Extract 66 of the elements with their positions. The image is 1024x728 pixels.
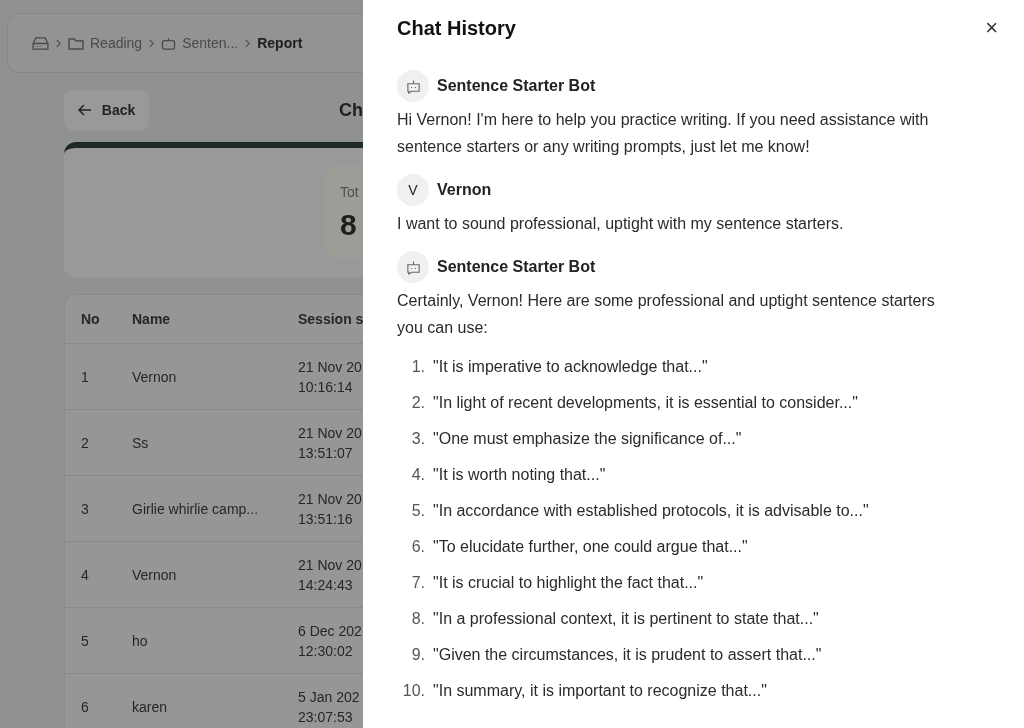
chevron-icon xyxy=(55,38,62,48)
table-cell-text: 4 xyxy=(81,566,90,583)
list-number: 10. xyxy=(401,682,425,700)
back-button[interactable]: Back xyxy=(64,90,149,130)
table-cell-text: 21 Nov 20 10:16:14 xyxy=(298,357,363,397)
page-title: Ch xyxy=(339,99,363,121)
breadcrumb-current: Report xyxy=(257,35,303,51)
table-cell-text: karen xyxy=(132,698,169,715)
table-cell-text: 21 Nov 20 13:51:16 xyxy=(298,489,363,529)
sender-name: Vernon xyxy=(437,181,492,199)
arrow-left-icon xyxy=(77,104,92,116)
sender-name: Sentence Starter Bot xyxy=(437,258,596,276)
table-cell-text: Vernon xyxy=(132,368,178,385)
list-item-text: "In accordance with established protocols, it is advisable to..." xyxy=(433,502,869,520)
list-number: 1. xyxy=(410,358,425,376)
table-cell-text: Ss xyxy=(132,434,150,451)
column-header: No xyxy=(81,311,101,327)
table-cell-text: 6 xyxy=(81,698,90,715)
inbox-icon[interactable] xyxy=(32,36,49,50)
table-cell-text: 21 Nov 20 13:51:07 xyxy=(298,423,363,463)
list-item-text: "In a professional context, it is pertinent to state that..." xyxy=(433,610,819,628)
folder-icon xyxy=(68,36,84,50)
list-item-text: "In summary, it is important to recognize that..." xyxy=(433,682,767,700)
table-cell-text: Vernon xyxy=(132,566,178,583)
list-number: 4. xyxy=(410,466,425,484)
list-number: 8. xyxy=(410,610,425,628)
robot-chat-icon xyxy=(405,78,421,94)
table-cell-text: 2 xyxy=(81,434,90,451)
table-cell-text: 6 Dec 202 12:30:02 xyxy=(298,621,363,661)
list-item-text: "Given the circumstances, it is prudent to assert that..." xyxy=(433,646,822,664)
breadcrumb-link[interactable]: Senten... xyxy=(161,35,239,51)
list-item-text: "In light of recent developments, it is essential to consider..." xyxy=(433,394,858,412)
table-cell-text: 1 xyxy=(81,368,90,385)
chevron-icon xyxy=(244,38,252,48)
robot-icon xyxy=(161,36,177,50)
list-number: 9. xyxy=(410,646,425,664)
column-header: Name xyxy=(132,311,172,327)
column-header: Session s xyxy=(298,311,363,327)
table-cell-text: 5 Jan 202 23:07:53 xyxy=(298,687,361,727)
chevron-icon xyxy=(148,38,156,48)
breadcrumb-link[interactable]: Reading xyxy=(68,35,143,51)
list-number: 7. xyxy=(410,574,425,592)
user-avatar: V xyxy=(397,174,429,206)
message-text: Hi Vernon! I'm here to help you practice writing. If you need assistance with sentence starters or any writing prompts, just let me know! xyxy=(397,110,930,157)
list-item-text: "One must emphasize the significance of..." xyxy=(433,430,742,448)
list-item-text: "To elucidate further, one could argue that..." xyxy=(433,538,748,556)
list-number: 6. xyxy=(410,538,425,556)
stat-value: 8 xyxy=(340,208,358,242)
list-number: 5. xyxy=(410,502,425,520)
table-cell-text: 21 Nov 20 14:24:43 xyxy=(298,555,363,595)
table-cell-text: 3 xyxy=(81,500,90,517)
list-number: 3. xyxy=(410,430,425,448)
message-text: I want to sound professional, uptight with my sentence starters. xyxy=(397,214,845,234)
sender-name: Sentence Starter Bot xyxy=(437,77,596,95)
robot-chat-icon xyxy=(405,259,421,275)
message-text: Certainly, Vernon! Here are some professional and uptight sentence starters you can use: xyxy=(397,291,936,338)
table-cell-text: 5 xyxy=(81,632,90,649)
table-cell-text: Girlie whirlie camp... xyxy=(132,500,260,517)
drawer-title: Chat History xyxy=(397,16,516,40)
list-item-text: "It is worth noting that..." xyxy=(433,466,606,484)
list-item-text: "It is crucial to highlight the fact that..." xyxy=(433,574,704,592)
list-number: 2. xyxy=(410,394,425,412)
list-item-text: "It is imperative to acknowledge that..." xyxy=(433,358,708,376)
stat-label: Tot xyxy=(340,184,360,200)
close-button[interactable]: × xyxy=(981,15,998,41)
table-cell-text: ho xyxy=(132,632,149,649)
